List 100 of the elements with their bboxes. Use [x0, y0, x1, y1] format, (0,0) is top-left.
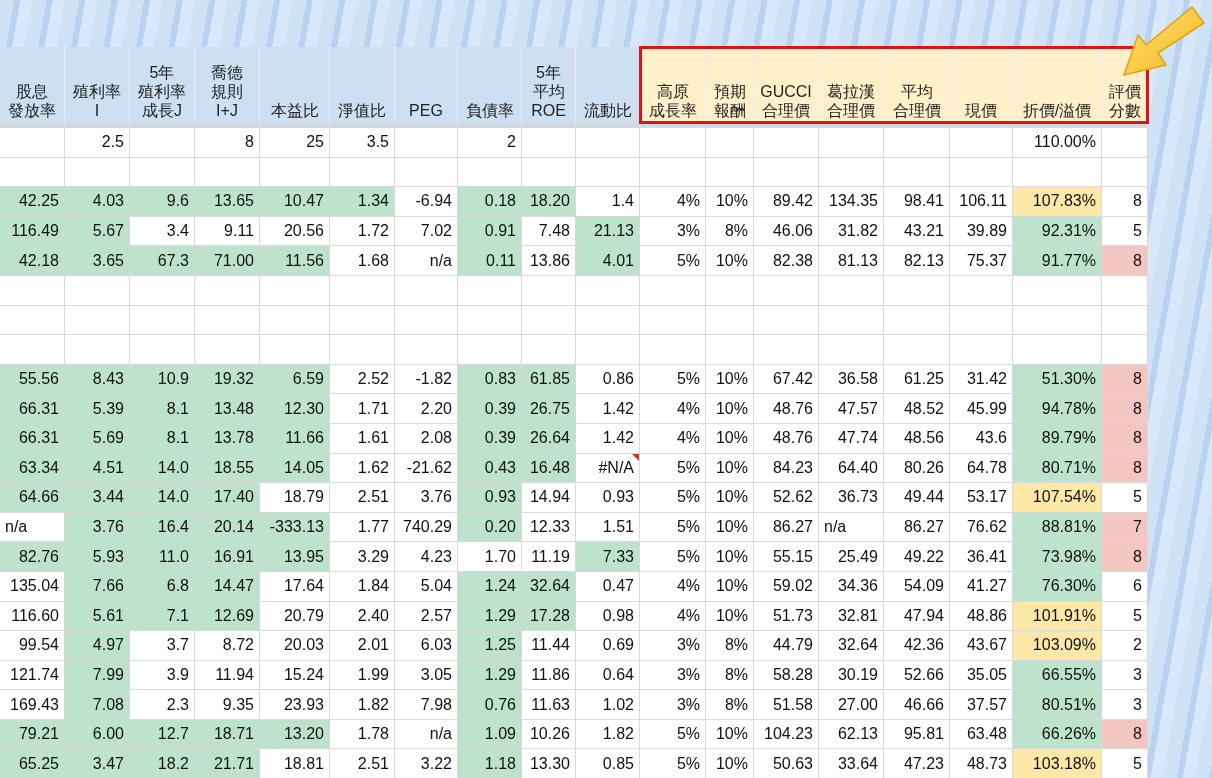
table-cell: 14.0	[130, 453, 195, 484]
table-cell: 14.05	[260, 453, 330, 484]
table-cell: 5	[1102, 483, 1148, 513]
table-cell: 58.28	[754, 660, 819, 691]
table-cell: 36.58	[819, 364, 884, 395]
table-cell: 5%	[640, 246, 706, 276]
table-cell: 18.55	[195, 453, 260, 484]
table-cell: 2	[458, 128, 522, 158]
table-cell: 11.63	[522, 690, 576, 720]
table-cell	[1102, 157, 1148, 188]
table-cell: 30.19	[819, 660, 884, 691]
table-cell: 11.56	[260, 246, 330, 276]
table-cell: 13.48	[195, 394, 260, 424]
table-cell	[260, 305, 330, 336]
table-cell: 47.94	[884, 601, 950, 632]
table-cell: 1.29	[458, 601, 522, 632]
column-label: 折價/溢價	[1022, 101, 1092, 120]
table-cell: 10.9	[130, 364, 195, 395]
table-cell	[706, 157, 754, 188]
column-label: 報酬	[713, 101, 746, 120]
table-cell: 4.23	[395, 542, 458, 572]
table-cell: 10%	[706, 512, 754, 543]
table-cell: #N/A	[576, 453, 640, 484]
table-cell: 66.26%	[1013, 719, 1102, 750]
table-cell: 6	[1102, 571, 1148, 602]
table-cell: 5.39	[65, 394, 130, 424]
column-label: 平均	[900, 82, 933, 101]
table-cell: 0.86	[576, 364, 640, 395]
table-cell: 14.0	[130, 483, 195, 513]
table-cell: 71.00	[195, 246, 260, 276]
table-cell: 4%	[640, 423, 706, 454]
table-cell: 73.98%	[1013, 542, 1102, 572]
table-cell: 2	[1102, 631, 1148, 661]
table-cell: 5%	[640, 749, 706, 778]
table-cell: 5%	[640, 453, 706, 484]
table-cell: 59.02	[754, 571, 819, 602]
table-cell: 5.69	[65, 423, 130, 454]
table-cell: 10%	[706, 601, 754, 632]
table-cell: 8%	[706, 660, 754, 691]
table-cell: 1.02	[576, 690, 640, 720]
table-cell: 4.03	[65, 187, 130, 217]
table-cell: 10%	[706, 542, 754, 572]
table-cell: 1.42	[576, 394, 640, 424]
table-cell: 3%	[640, 660, 706, 691]
table-cell: 51.73	[754, 601, 819, 632]
table-cell: 8	[1102, 423, 1148, 454]
table-cell: 94.78%	[1013, 394, 1102, 424]
table-cell	[395, 275, 458, 306]
table-cell	[0, 275, 65, 306]
table-cell: 42.18	[0, 246, 65, 276]
column-label: 高原	[656, 82, 689, 101]
column-label: 喬德	[211, 63, 243, 82]
table-cell: 2.51	[330, 749, 395, 778]
table-cell: 110.00%	[1013, 128, 1102, 158]
column-label: 淨值比	[338, 101, 386, 120]
table-cell: 8.1	[130, 423, 195, 454]
table-cell: 89.42	[754, 187, 819, 217]
table-cell	[884, 157, 950, 188]
table-cell: 4.01	[576, 246, 640, 276]
table-cell: 80.51%	[1013, 690, 1102, 720]
table-cell	[395, 157, 458, 188]
table-cell: 1.62	[330, 453, 395, 484]
table-cell: 13.78	[195, 423, 260, 454]
table-cell: 26.75	[522, 394, 576, 424]
table-cell	[706, 305, 754, 336]
table-cell: 82.13	[884, 246, 950, 276]
table-cell: 80.71%	[1013, 453, 1102, 484]
column-label: 成長率	[648, 101, 697, 120]
table-cell: 3.47	[65, 749, 130, 778]
table-cell: 27.00	[819, 690, 884, 720]
table-cell	[640, 157, 706, 188]
table-cell: 34.36	[819, 571, 884, 602]
table-cell: 17.28	[522, 601, 576, 632]
table-cell: 103.18%	[1013, 749, 1102, 778]
table-cell: 13.95	[260, 542, 330, 572]
table-cell: 0.39	[458, 394, 522, 424]
table-cell: 1.82	[330, 690, 395, 720]
column-label: I+J	[216, 101, 238, 120]
column-label: 合理價	[762, 101, 810, 120]
table-cell: 95.81	[884, 719, 950, 750]
table-cell: 1.61	[330, 423, 395, 454]
table-cell: 48.76	[754, 423, 819, 454]
column-label: 現價	[965, 101, 997, 120]
table-cell: 1.72	[330, 216, 395, 247]
table-cell: 14.94	[522, 483, 576, 513]
table-cell	[640, 275, 706, 306]
table-cell: 66.31	[0, 423, 65, 454]
column-label: 預期	[713, 82, 746, 101]
table-cell: 17.40	[195, 483, 260, 513]
table-cell: 0.18	[458, 187, 522, 217]
table-cell: 86.27	[884, 512, 950, 543]
table-cell: 7	[1102, 512, 1148, 543]
table-cell: 46.66	[884, 690, 950, 720]
table-cell: 63.34	[0, 453, 65, 484]
table-cell: 1.68	[330, 246, 395, 276]
table-cell: 76.30%	[1013, 571, 1102, 602]
table-cell: 0.85	[576, 749, 640, 778]
table-cell	[330, 275, 395, 306]
table-cell: 10%	[706, 719, 754, 750]
table-cell: 101.91%	[1013, 601, 1102, 632]
